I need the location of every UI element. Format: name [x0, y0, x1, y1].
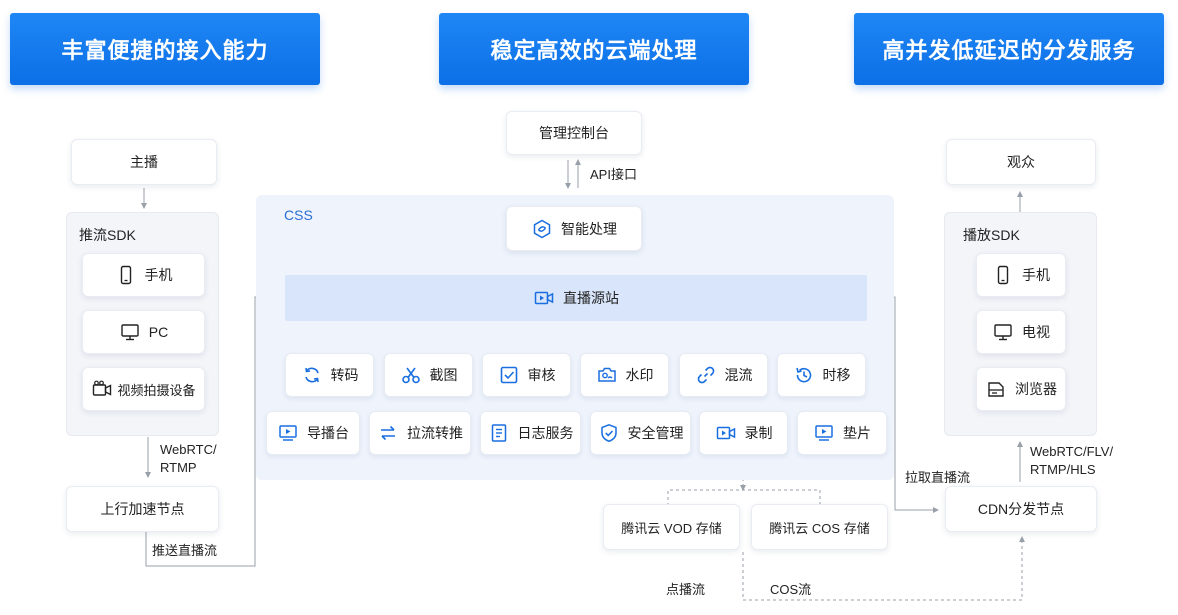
phone-icon — [992, 264, 1014, 286]
service-transcode: 转码 — [285, 353, 374, 397]
service-mixing: 混流 — [679, 353, 768, 397]
link-icon — [695, 364, 717, 386]
play-device-tv: 电视 — [976, 310, 1066, 354]
service-security-label: 安全管理 — [627, 425, 684, 441]
banner-access: 丰富便捷的接入能力 — [10, 13, 320, 85]
push-device-camera: 视频拍摄设备 — [82, 367, 205, 411]
live-video-icon — [533, 287, 555, 309]
checkbox-icon — [498, 364, 520, 386]
management-console-node: 管理控制台 — [506, 111, 642, 155]
service-watermark-label: 水印 — [625, 367, 654, 383]
pull-stream-label: 拉取直播流 — [905, 470, 971, 485]
push-device-phone: 手机 — [82, 253, 205, 297]
play-device-browser-label: 浏览器 — [1015, 381, 1057, 397]
shield-check-icon — [598, 422, 620, 444]
camera-watermark-icon — [596, 364, 618, 386]
video-record-icon — [715, 422, 737, 444]
push-protocol-line2: RTMP — [160, 460, 197, 475]
refresh-icon — [301, 364, 323, 386]
banner-processing: 稳定高效的云端处理 — [439, 13, 749, 85]
origin-server-label: 直播源站 — [563, 290, 619, 306]
service-security: 安全管理 — [590, 411, 691, 455]
service-watermark: 水印 — [580, 353, 669, 397]
vod-storage-label: 腾讯云 VOD 存储 — [621, 520, 722, 536]
banner-distribution: 高并发低延迟的分发服务 — [854, 13, 1164, 85]
service-padding-label: 垫片 — [843, 425, 871, 441]
service-review-label: 审核 — [527, 367, 556, 383]
history-icon — [793, 364, 815, 386]
push-protocol-label: WebRTC/ RTMP — [160, 441, 217, 477]
push-protocol-line1: WebRTC/ — [160, 442, 217, 457]
audience-label: 观众 — [1007, 154, 1035, 170]
push-stream-label: 推送直播流 — [152, 543, 218, 558]
smart-processing-label: 智能处理 — [561, 220, 617, 237]
cdn-node: CDN分发节点 — [945, 486, 1097, 532]
service-director: 导播台 — [266, 411, 360, 455]
play-device-phone: 手机 — [976, 253, 1066, 297]
monitor-icon — [119, 321, 141, 343]
cos-stream-label: COS流 — [770, 582, 812, 597]
service-screenshot-label: 截图 — [429, 367, 458, 383]
play-protocol-label: WebRTC/FLV/ RTMP/HLS — [1030, 443, 1113, 479]
scissors-icon — [400, 364, 422, 386]
monitor-icon — [992, 321, 1014, 343]
host-label: 主播 — [130, 154, 158, 170]
upload-node-label: 上行加速节点 — [100, 501, 185, 517]
browser-window-icon — [985, 378, 1007, 400]
push-sdk-title: 推流SDK — [79, 227, 136, 243]
css-area-title: CSS — [284, 207, 313, 223]
service-recording-label: 录制 — [744, 425, 773, 441]
document-list-icon — [488, 422, 510, 444]
service-relay-label: 拉流转推 — [407, 425, 463, 441]
service-director-label: 导播台 — [307, 425, 349, 441]
push-device-camera-label: 视频拍摄设备 — [117, 382, 196, 398]
play-protocol-line2: RTMP/HLS — [1030, 462, 1096, 477]
cdn-label: CDN分发节点 — [977, 501, 1065, 517]
vod-storage-node: 腾讯云 VOD 存储 — [603, 504, 740, 550]
play-device-tv-label: 电视 — [1022, 324, 1050, 340]
service-relay: 拉流转推 — [369, 411, 471, 455]
service-logs: 日志服务 — [480, 411, 581, 455]
host-node: 主播 — [71, 139, 217, 185]
service-transcode-label: 转码 — [330, 367, 359, 383]
screen-play-icon — [277, 422, 299, 444]
service-review: 审核 — [482, 353, 571, 397]
audience-node: 观众 — [946, 139, 1096, 185]
upload-acceleration-node: 上行加速节点 — [66, 486, 219, 532]
api-interface-label: API接口 — [590, 167, 637, 182]
push-device-pc-label: PC — [148, 324, 169, 340]
phone-icon — [115, 264, 137, 286]
console-label: 管理控制台 — [539, 125, 609, 141]
service-mixing-label: 混流 — [724, 367, 753, 383]
cos-storage-node: 腾讯云 COS 存储 — [751, 504, 888, 550]
service-recording: 录制 — [699, 411, 788, 455]
push-device-pc: PC — [82, 310, 205, 354]
screen-play-icon — [813, 422, 835, 444]
play-device-phone-label: 手机 — [1022, 267, 1050, 283]
play-sdk-title: 播放SDK — [963, 227, 1020, 243]
service-padding: 垫片 — [797, 411, 887, 455]
service-screenshot: 截图 — [384, 353, 473, 397]
service-logs-label: 日志服务 — [517, 425, 574, 441]
smart-processing-node: 智能处理 — [506, 206, 642, 251]
origin-server-bar: 直播源站 — [285, 275, 867, 321]
service-timeshift-label: 时移 — [822, 367, 851, 383]
vod-stream-label: 点播流 — [666, 582, 706, 597]
play-device-browser: 浏览器 — [976, 367, 1066, 411]
cos-storage-label: 腾讯云 COS 存储 — [769, 520, 870, 536]
play-protocol-line1: WebRTC/FLV/ — [1030, 444, 1114, 459]
push-device-phone-label: 手机 — [144, 267, 173, 283]
service-timeshift: 时移 — [777, 353, 866, 397]
swap-arrows-icon — [377, 422, 399, 444]
smart-processing-icon — [531, 218, 553, 240]
video-camera-icon — [91, 378, 113, 400]
